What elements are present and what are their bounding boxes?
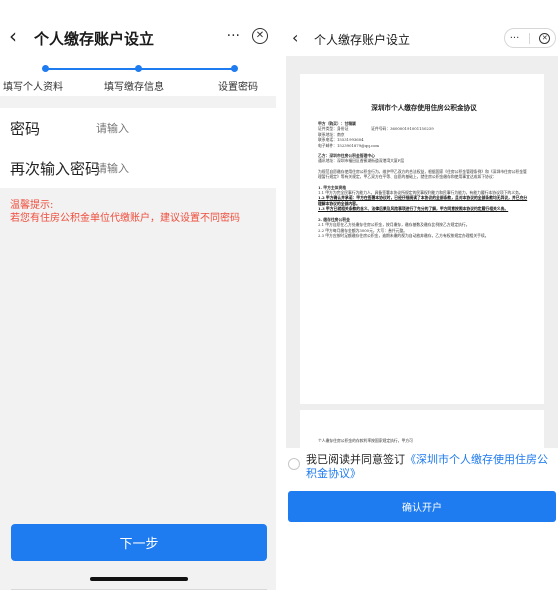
party-b-address: 通讯地址：深圳市福田区香蜜湖街道深港湾大厦F层 xyxy=(318,158,405,164)
step-dot-3 xyxy=(231,65,238,72)
more-icon[interactable]: ··· xyxy=(510,33,520,44)
bottom-divider xyxy=(11,589,267,590)
capsule-divider xyxy=(528,32,530,44)
tips-body: 若您有住房公积金单位代缴账户，建议设置不同密码 xyxy=(10,213,240,224)
document-page-2: 个人缴存住房公积金的存款利率按国家规定执行，甲方可 xyxy=(300,410,544,448)
agreement-text: 我已阅读并同意签订《深圳市个人缴存使用住房公积金协议》 xyxy=(306,453,556,481)
close-icon[interactable]: ✕ xyxy=(539,32,551,44)
step-label-2: 填写缴存信息 xyxy=(104,82,164,93)
more-icon[interactable]: ··· xyxy=(227,28,240,44)
page-title: 个人缴存账户设立 xyxy=(314,33,411,47)
document-title: 深圳市个人缴存使用住房公积金协议 xyxy=(371,104,477,112)
close-icon[interactable]: ✕ xyxy=(252,28,268,44)
password-label: 密码 xyxy=(10,119,41,138)
clause-2-3: 2.3 甲方应按时足额缴存住房公积金，逾期未缴的视为自动放弃缴存，乙方有权按规定… xyxy=(318,232,489,238)
document-intro: 为规范自愿缴存使用住房公积金行为，维护甲乙双方的合法权益，根据国家《住房公积金管… xyxy=(318,168,527,180)
mini-program-capsule: ··· ✕ xyxy=(227,28,268,44)
step-dot-1 xyxy=(42,65,49,72)
page-2-text: 个人缴存住房公积金的存款利率按国家规定执行，甲方可 xyxy=(318,438,413,443)
step-dot-2 xyxy=(135,65,142,72)
page-title: 个人缴存账户设立 xyxy=(34,30,155,48)
left-screen: ‹ 个人缴存账户设立 ··· ✕ 填写个人资料 填写缴存信息 设置密码 密码 再… xyxy=(0,0,276,591)
agreement-prefix: 我已阅读并同意签订 xyxy=(306,453,405,466)
progress-steps: 填写个人资料 填写缴存信息 设置密码 xyxy=(0,62,276,94)
clause-1-2: 1.2 甲方确认并承诺：甲方在签署本协议时，已经仔细阅读了本协议的全部条款，且对… xyxy=(318,195,528,206)
clause-1-3: 1.3 甲方已就相关条款的含义、法律后果及风险事项进行了充分的了解，甲方同意按照… xyxy=(318,206,509,212)
next-step-button[interactable]: 下一步 xyxy=(11,524,267,561)
document-page: 深圳市个人缴存使用住房公积金协议 甲方（购买）：甘精颖 证件类型：身份证 证件号… xyxy=(300,74,544,404)
agreement-document-viewer[interactable]: 深圳市个人缴存使用住房公积金协议 甲方（购买）：甘精颖 证件类型：身份证 证件号… xyxy=(286,56,558,448)
party-a-email: 电子邮件：1523901879@qq.com xyxy=(318,142,380,148)
back-arrow-icon[interactable]: ‹ xyxy=(292,28,298,47)
agreement-row: 我已阅读并同意签订《深圳市个人缴存使用住房公积金协议》 xyxy=(284,449,560,489)
right-screen: ‹ 个人缴存账户设立 ··· ✕ 深圳市个人缴存使用住房公积金协议 甲方（购买）… xyxy=(284,0,560,591)
password-input[interactable] xyxy=(96,121,246,135)
home-indicator xyxy=(90,577,188,581)
back-arrow-icon[interactable]: ‹ xyxy=(9,26,17,46)
step-label-1: 填写个人资料 xyxy=(3,82,63,93)
confirm-password-input[interactable] xyxy=(96,161,246,175)
confirm-open-account-button[interactable]: 确认开户 xyxy=(288,491,556,522)
nav-bar: ‹ 个人缴存账户设立 ··· ✕ xyxy=(0,0,276,70)
password-row: 密码 xyxy=(0,108,276,148)
mini-program-capsule: ··· ✕ xyxy=(504,28,556,48)
agree-radio[interactable] xyxy=(288,458,300,470)
step-label-3: 设置密码 xyxy=(218,82,258,93)
confirm-password-row: 再次输入密码 xyxy=(0,148,276,188)
confirm-password-label: 再次输入密码 xyxy=(10,159,101,178)
section-gap xyxy=(0,96,276,108)
